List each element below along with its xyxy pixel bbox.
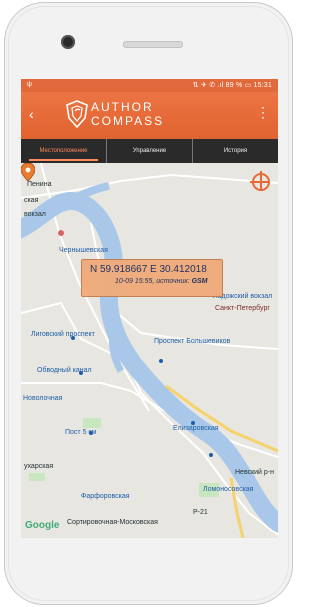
status-bar: ψ ⇅ ✈ ✆ .ıl 89 % ▭ 15:31 <box>21 79 278 92</box>
app-bar: ‹ AUTHOR COMPASS ⋮ <box>21 92 278 139</box>
map-label: ская <box>24 197 39 204</box>
popup-source: GSM <box>191 278 208 285</box>
tab-bar: Местоположение Управление История <box>21 139 278 163</box>
front-camera <box>61 35 75 49</box>
map-label: Проспект Большевиков <box>154 338 231 345</box>
map-label: Елизаровская <box>173 425 219 432</box>
map-label: Санкт-Петербург <box>215 305 270 312</box>
tab-location[interactable]: Местоположение <box>21 139 106 163</box>
map-label: Пенина <box>27 181 52 188</box>
map-label: Сортировочная-Московская <box>67 519 158 526</box>
map-label: Лиговский проспект <box>31 331 95 338</box>
phone-bottom-bezel <box>21 538 278 583</box>
popup-coordinates: N 59.918667 E 30.412018 <box>90 264 207 275</box>
map-view[interactable]: Пенина ская вокзал Чернышевская Лиговски… <box>21 163 278 538</box>
location-popup: N 59.918667 E 30.412018 10-09 15:55, ист… <box>81 259 223 297</box>
location-pin-icon[interactable] <box>21 163 35 181</box>
logo-line-1: AUTHOR <box>91 100 154 114</box>
status-right: ⇅ ✈ ✆ .ıl 89 % ▭ 15:31 <box>192 82 272 89</box>
more-vertical-icon[interactable]: ⋮ <box>256 105 270 119</box>
map-label: ухарская <box>24 463 54 470</box>
tab-control[interactable]: Управление <box>106 139 192 163</box>
map-label: Ломоносовская <box>203 486 254 493</box>
locate-icon[interactable] <box>250 171 270 191</box>
shield-icon <box>66 100 88 128</box>
map-label: Невский р-н <box>235 469 275 476</box>
usb-icon: ψ <box>27 81 32 88</box>
map-label: Р-21 <box>193 509 208 516</box>
earpiece-speaker <box>123 41 183 48</box>
map-label: Фарфоровская <box>81 493 130 500</box>
map-label: Обводный канал <box>37 367 92 374</box>
map-label: Новолочная <box>23 395 63 402</box>
google-logo: Google <box>25 520 60 531</box>
map-label: Пост 5 км <box>65 429 97 436</box>
app-screen: ψ ⇅ ✈ ✆ .ıl 89 % ▭ 15:31 ‹ AUTHOR COMPAS… <box>21 79 278 538</box>
map-label: Чернышевская <box>59 247 108 254</box>
app-logo-text: AUTHOR COMPASS <box>91 100 164 128</box>
tab-history[interactable]: История <box>192 139 278 163</box>
popup-info: 10-09 15:55, источник: GSM <box>115 278 208 285</box>
popup-info-prefix: 10-09 15:55, источник: <box>115 278 190 285</box>
logo-line-2: COMPASS <box>91 114 165 128</box>
map-canvas <box>21 163 278 538</box>
back-arrow-icon[interactable]: ‹ <box>29 106 34 122</box>
map-label: вокзал <box>24 211 46 218</box>
